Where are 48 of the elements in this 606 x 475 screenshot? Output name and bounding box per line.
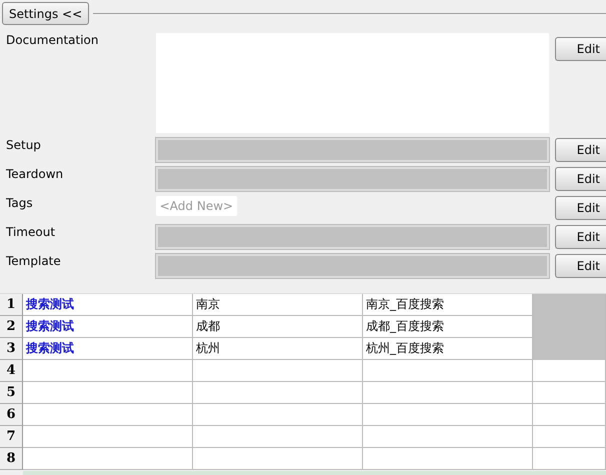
field-label: Template bbox=[5, 254, 62, 268]
table-cell[interactable]: 搜索测试 bbox=[23, 338, 193, 360]
table-cell[interactable]: 成都 bbox=[193, 316, 363, 338]
table-cell[interactable] bbox=[363, 360, 533, 382]
row-number: 6 bbox=[0, 404, 23, 426]
edit-button[interactable]: Edit bbox=[555, 138, 606, 162]
table-cell[interactable] bbox=[363, 426, 533, 448]
table-cell[interactable] bbox=[363, 404, 533, 426]
edit-button[interactable]: Edit bbox=[555, 225, 606, 249]
table-cell[interactable] bbox=[23, 382, 193, 404]
table-cell[interactable] bbox=[23, 448, 193, 470]
table-cell[interactable] bbox=[533, 426, 606, 448]
field-label: Setup bbox=[5, 138, 42, 152]
table-cell[interactable] bbox=[193, 382, 363, 404]
field-label: Documentation bbox=[5, 33, 100, 47]
table-cell[interactable]: 搜索测试 bbox=[23, 294, 193, 316]
table-cell[interactable]: 杭州_百度搜索 bbox=[363, 338, 533, 360]
field-label: Tags bbox=[5, 196, 34, 210]
table-cell[interactable] bbox=[23, 404, 193, 426]
table-cell[interactable] bbox=[193, 360, 363, 382]
row-number: 7 bbox=[0, 426, 23, 448]
row-number: 3 bbox=[0, 338, 23, 360]
table-cell[interactable] bbox=[363, 448, 533, 470]
table-cell[interactable] bbox=[363, 382, 533, 404]
field-label: Timeout bbox=[5, 225, 56, 239]
table-cell[interactable]: 杭州 bbox=[193, 338, 363, 360]
table-cell[interactable]: 南京 bbox=[193, 294, 363, 316]
table-cell[interactable] bbox=[193, 448, 363, 470]
settings-toggle-button[interactable]: Settings << bbox=[2, 2, 90, 25]
row-number: 1 bbox=[0, 294, 23, 316]
table-cell[interactable] bbox=[533, 404, 606, 426]
row-number: 8 bbox=[0, 448, 23, 470]
edit-button[interactable]: Edit bbox=[555, 37, 606, 61]
table-cell[interactable] bbox=[23, 360, 193, 382]
table-cell[interactable] bbox=[533, 360, 606, 382]
table-cell[interactable] bbox=[23, 426, 193, 448]
field-label: Teardown bbox=[5, 167, 64, 181]
table-cell[interactable]: 搜索测试 bbox=[23, 316, 193, 338]
table-cell[interactable] bbox=[533, 382, 606, 404]
table-cell[interactable] bbox=[533, 448, 606, 470]
edit-button[interactable]: Edit bbox=[555, 196, 606, 220]
row-number: 4 bbox=[0, 360, 23, 382]
edit-button[interactable]: Edit bbox=[555, 167, 606, 191]
edit-button[interactable]: Edit bbox=[555, 254, 606, 278]
row-number: 2 bbox=[0, 316, 23, 338]
table-cell[interactable] bbox=[193, 404, 363, 426]
row-number: 5 bbox=[0, 382, 23, 404]
table-cell[interactable] bbox=[193, 426, 363, 448]
